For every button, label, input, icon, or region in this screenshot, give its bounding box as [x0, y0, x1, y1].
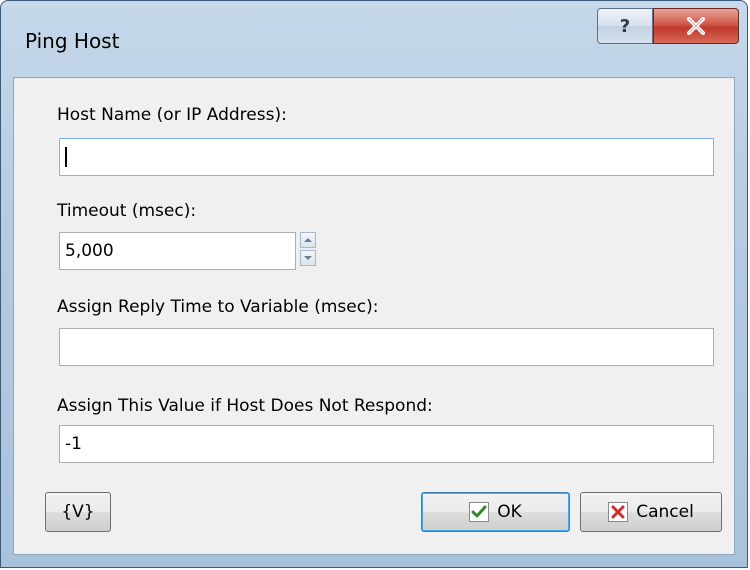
variables-button-label: {V} — [61, 502, 95, 522]
timeout-value: 5,000 — [65, 241, 114, 261]
cancel-button[interactable]: Cancel — [580, 492, 722, 532]
reply-time-input[interactable] — [59, 328, 714, 366]
spin-up-button[interactable] — [300, 232, 316, 248]
reply-time-label: Assign Reply Time to Variable (msec): — [57, 297, 379, 317]
checkmark-icon — [469, 502, 490, 522]
cancel-x-icon — [608, 502, 629, 522]
help-button[interactable]: ? — [597, 8, 653, 44]
ok-button[interactable]: OK — [421, 492, 570, 532]
timeout-input[interactable]: 5,000 — [59, 232, 296, 270]
close-button[interactable] — [653, 8, 739, 44]
ok-button-label: OK — [497, 502, 522, 522]
host-name-input[interactable] — [59, 138, 714, 176]
help-icon: ? — [619, 15, 631, 37]
spin-up-icon — [304, 238, 312, 242]
no-response-value: -1 — [65, 434, 82, 454]
variables-button[interactable]: {V} — [45, 492, 111, 532]
window-title: Ping Host — [25, 29, 120, 53]
spin-down-button[interactable] — [300, 250, 316, 266]
title-bar[interactable]: Ping Host ? — [1, 1, 747, 77]
timeout-label: Timeout (msec): — [57, 201, 197, 221]
close-icon — [687, 17, 705, 35]
spin-down-icon — [304, 256, 312, 260]
timeout-spinner — [300, 232, 318, 268]
cancel-button-label: Cancel — [636, 502, 694, 522]
no-response-input[interactable]: -1 — [59, 425, 714, 463]
host-name-label: Host Name (or IP Address): — [57, 105, 287, 125]
dialog-body: Host Name (or IP Address): Timeout (msec… — [13, 77, 735, 555]
dialog-window: Ping Host ? Host Name (or IP Address): T… — [0, 0, 748, 568]
text-caret — [65, 147, 67, 167]
no-response-label: Assign This Value if Host Does Not Respo… — [57, 396, 433, 416]
